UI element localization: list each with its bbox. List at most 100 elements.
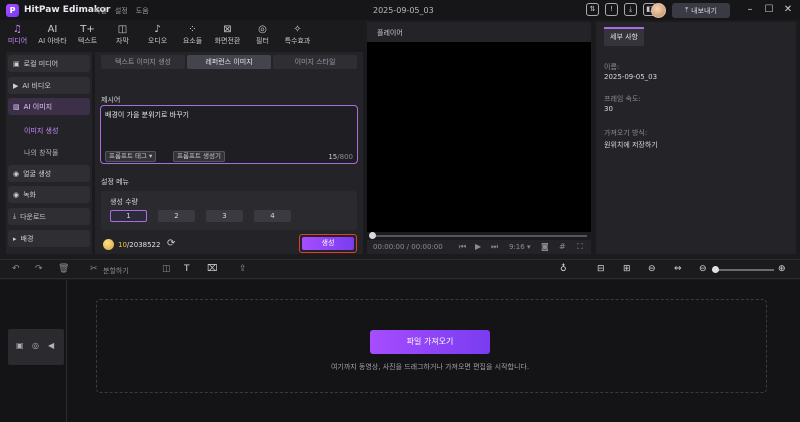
split-label[interactable]: 분할하기 — [103, 266, 129, 276]
prompt-label: 제시어 — [101, 96, 121, 104]
export-label: 내보내기 — [691, 6, 717, 15]
avatar[interactable] — [651, 3, 666, 18]
maximize-icon[interactable]: ☐ — [762, 3, 776, 17]
tab-text[interactable]: T+ 텍스트 — [70, 20, 105, 50]
track-audio-icon[interactable]: ◀ — [48, 341, 54, 350]
trim-icon[interactable]: ⌧ — [207, 264, 217, 274]
tab-filters[interactable]: ◎ 필터 — [245, 20, 280, 50]
sidebar-item-label: AI 이미지 — [23, 102, 53, 111]
snap-icon[interactable]: ⊞ — [623, 264, 631, 274]
undo-icon[interactable]: ↶ — [12, 264, 20, 274]
face-icon: ◉ — [13, 169, 20, 178]
quantity-2-button[interactable]: 2 — [158, 210, 195, 222]
generate-button-highlight: 생성 — [299, 234, 357, 253]
zoom-out-icon[interactable]: ⊖ — [699, 264, 707, 274]
menu-file[interactable]: 파일 — [94, 6, 107, 16]
zoom-slider-handle[interactable] — [712, 266, 719, 273]
chain-icon[interactable]: ⊖ — [648, 264, 656, 274]
credit-balance: 10/2038522 — [118, 241, 160, 249]
sidebar-item-face-generate[interactable]: ◉ 얼굴 생성 — [8, 165, 90, 182]
tab-transitions[interactable]: ⊠ 화면전환 — [210, 20, 245, 50]
export-frame-icon[interactable]: ⇪ — [239, 264, 247, 274]
export-button[interactable]: ⤒ 내보내기 — [672, 3, 730, 18]
sidebar-sub-image-generate[interactable]: 이미지 생성 — [24, 126, 58, 136]
zoom-in-icon[interactable]: ⊕ — [778, 264, 786, 274]
tab-effects[interactable]: ✧ 특수효과 — [280, 20, 315, 50]
sidebar-item-background[interactable]: ▸ 배경 — [8, 230, 90, 247]
quantity-1-button[interactable]: 1 — [110, 210, 147, 222]
fps-label: 프레임 속도: — [604, 95, 641, 103]
sidebar-item-local-media[interactable]: ▣ 로컬 미디어 — [8, 55, 90, 72]
track-header-divider — [66, 280, 67, 422]
tab-subtitles[interactable]: ◫ 자막 — [105, 20, 140, 50]
redo-icon[interactable]: ↷ — [35, 264, 43, 274]
menu-help[interactable]: 도움 — [136, 6, 149, 16]
sidebar-item-ai-image[interactable]: ▨ AI 이미지 — [8, 98, 90, 115]
quantity-4-button[interactable]: 4 — [254, 210, 291, 222]
sidebar-item-record[interactable]: ◉ 녹화 — [8, 186, 90, 203]
next-frame-icon[interactable]: ⏭ — [491, 242, 498, 252]
image-icon: ▨ — [13, 102, 20, 111]
credit-total: /2038522 — [126, 241, 161, 249]
link-clips-icon[interactable]: ⊟ — [597, 264, 605, 274]
prompt-input[interactable]: 배경이 가을 분위기로 바꾸기 프롬프트 태그 ▾ 프롬프트 생성기 15/80… — [100, 105, 358, 164]
sidebar-sub-my-creations[interactable]: 나의 창작물 — [24, 148, 58, 158]
prompt-tag-dropdown[interactable]: 프롬프트 태그 ▾ — [105, 151, 157, 162]
fit-timeline-icon[interactable]: ⇔ — [674, 264, 682, 274]
tab-audio[interactable]: ♪ 오디오 — [140, 20, 175, 50]
filter-icon: ◎ — [258, 24, 267, 35]
quantity-3-button[interactable]: 3 — [206, 210, 243, 222]
generate-button[interactable]: 생성 — [302, 237, 354, 250]
track-lock-icon[interactable]: ▣ — [16, 341, 24, 350]
tab-label: AI 아바타 — [38, 37, 67, 45]
text-tool-icon[interactable]: T — [184, 264, 190, 274]
sidebar-item-label: 다운로드 — [20, 212, 46, 221]
feedback-icon[interactable]: ! — [605, 3, 618, 16]
sidebar-item-download[interactable]: ⤓ 다운로드 — [8, 208, 90, 225]
tab-details[interactable]: 세부 사항 — [604, 27, 644, 46]
close-icon[interactable]: ✕ — [781, 3, 795, 17]
sidebar-item-label: 녹화 — [23, 190, 36, 199]
sidebar-item-ai-video[interactable]: ▶ AI 비디오 — [8, 77, 90, 94]
import-file-button[interactable]: 파일 가져오기 — [370, 330, 490, 354]
sidebar-item-label: 로컬 미디어 — [23, 59, 59, 68]
quantity-label: 생성 수량 — [110, 198, 138, 206]
folder-icon: ▣ — [13, 59, 20, 68]
aspect-ratio-select[interactable]: 9:16 ▾ — [509, 243, 530, 251]
snapshot-icon[interactable]: ◙ — [541, 242, 549, 251]
scrubber-handle[interactable] — [369, 232, 376, 239]
char-count: 15/800 — [328, 153, 353, 161]
delete-icon[interactable]: 🗑 — [58, 264, 69, 274]
microphone-icon[interactable]: ♁ — [560, 264, 567, 274]
playback-scrubber[interactable] — [371, 235, 587, 237]
download-icon: ⤓ — [13, 212, 17, 220]
grid-icon[interactable]: # — [559, 242, 566, 251]
image-mode-tabs: 텍스트 이미지 생성 레퍼런스 이미지 이미지 스타일 — [101, 55, 357, 69]
menu-settings[interactable]: 설정 — [115, 6, 128, 16]
prompt-generator-button[interactable]: 프롬프트 생성기 — [173, 151, 225, 162]
minimize-icon[interactable]: – — [743, 3, 757, 17]
track-visibility-icon[interactable]: ◎ — [32, 341, 39, 350]
tab-image-style[interactable]: 이미지 스타일 — [273, 55, 357, 69]
tab-elements[interactable]: ⁘ 요소들 — [175, 20, 210, 50]
refresh-icon[interactable]: ⟳ — [167, 238, 175, 249]
play-icon[interactable]: ▶ — [475, 242, 481, 251]
tasks-icon[interactable]: ⇅ — [586, 3, 599, 16]
record-icon: ◉ — [13, 190, 20, 199]
tab-reference-image[interactable]: 레퍼런스 이미지 — [187, 55, 271, 69]
tab-media[interactable]: ♫ 미디어 — [0, 20, 35, 50]
effects-icon: ✧ — [293, 24, 302, 35]
tab-text-to-image[interactable]: 텍스트 이미지 생성 — [101, 55, 185, 69]
download-icon[interactable]: ⤓ — [624, 3, 637, 16]
tab-label: 특수효과 — [284, 37, 311, 45]
tab-ai-avatar[interactable]: AI AI 아바타 — [35, 20, 70, 50]
zoom-slider[interactable] — [712, 269, 774, 271]
credit-coin-icon — [103, 239, 114, 250]
transition-icon: ⊠ — [223, 24, 232, 35]
split-icon[interactable]: ✂ — [90, 264, 98, 274]
upload-icon: ⤒ — [685, 6, 689, 14]
freeze-icon[interactable]: ◫ — [162, 264, 171, 274]
fullscreen-icon[interactable]: ⛶ — [577, 242, 583, 252]
fps-value: 30 — [604, 105, 613, 113]
prev-frame-icon[interactable]: ⏮ — [459, 242, 466, 252]
